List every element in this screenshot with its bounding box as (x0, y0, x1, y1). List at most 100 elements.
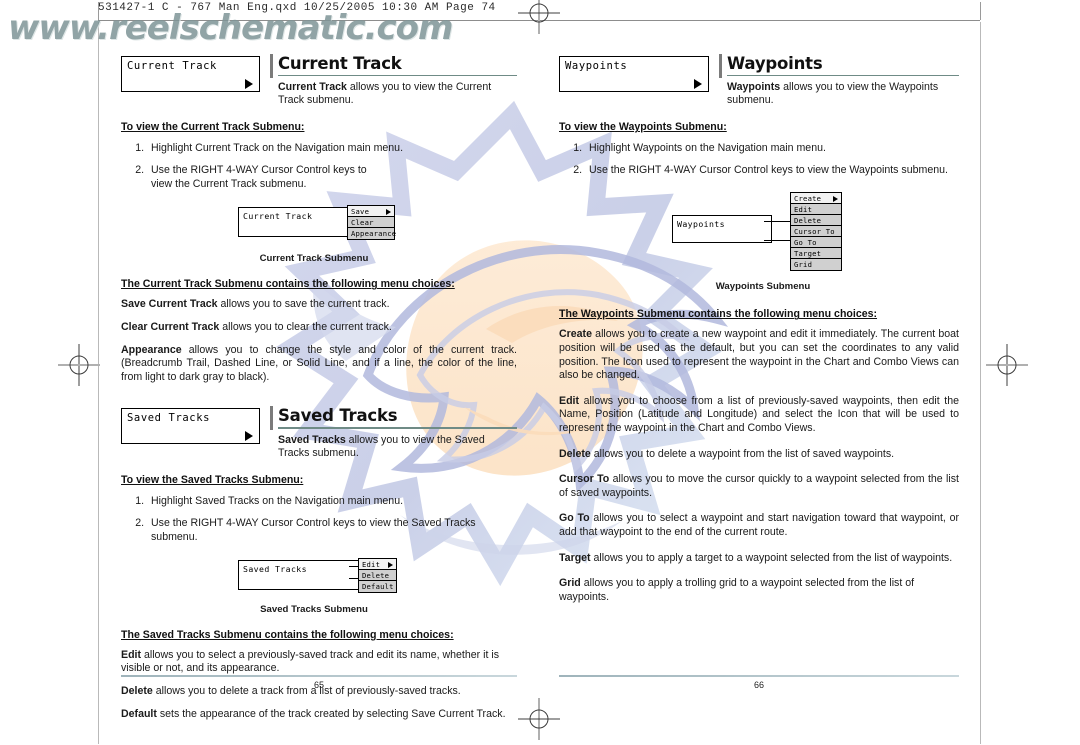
subhead-waypoints-choices: The Waypoints Submenu contains the follo… (559, 308, 878, 321)
page-title-saved-tracks: Saved Tracks (278, 406, 398, 426)
trim-rule-right (980, 22, 981, 722)
figure-saved-tracks-submenu: Saved Tracks Edit Delete Default Saved T… (121, 554, 517, 615)
definition-text: allows you to apply a target to a waypoi… (590, 551, 953, 564)
heading-rule (278, 427, 517, 429)
definition-term: Target (559, 551, 591, 564)
list-item: Grid (791, 259, 841, 271)
definition-text: sets the appearance of the track created… (156, 707, 506, 720)
section-saved-tracks: Saved Tracks Saved Tracks Saved Tracks a… (121, 406, 517, 721)
left-page: Current Track Current Track Current Trac… (121, 54, 517, 720)
figure-submenu-list: Create Edit Delete Cursor To Go To Targe… (790, 192, 842, 272)
menu-chip-waypoints[interactable]: Waypoints (559, 56, 709, 92)
figure-artwork: Saved Tracks Edit Delete Default (121, 554, 517, 598)
definition-term: Edit (559, 394, 580, 407)
subhead-view-saved-tracks-submenu: To view the Saved Tracks Submenu: (121, 473, 304, 486)
chevron-right-icon (388, 561, 393, 568)
definition-term: Default (121, 707, 157, 720)
list-item: Target (791, 248, 841, 260)
right-page-footer: 66 (559, 675, 959, 690)
menu-chip-label: Current Track (127, 60, 217, 72)
section-heading-saved-tracks: Saved Tracks Saved Tracks Saved Tracks a… (121, 406, 517, 459)
definition-term: Save Current Track (121, 298, 218, 311)
definition-term: Cursor To (559, 473, 610, 486)
definition-target: Target allows you to apply a target to a… (559, 552, 959, 566)
list-item: Use the RIGHT 4-WAY Cursor Control keys … (147, 163, 386, 191)
figure-submenu-list: Edit Delete Default (358, 557, 397, 593)
subhead-view-current-track-submenu: To view the Current Track Submenu: (121, 121, 305, 134)
menu-chip-label: Waypoints (565, 60, 628, 72)
list-item: Default (359, 580, 396, 592)
subhead-current-track-choices: The Current Track Submenu contains the f… (121, 278, 455, 291)
page-title-waypoints: Waypoints (727, 54, 823, 73)
figure-menu-box-label: Saved Tracks (243, 563, 307, 574)
figure-artwork: Current Track Save Clear Appearance (121, 201, 517, 247)
description-term: Current Track (278, 81, 347, 94)
figure-menu-box: Saved Tracks (238, 559, 360, 590)
definition-clear-current-track: Clear Current Track allows you to clear … (121, 321, 517, 335)
heading-accent-bar (270, 54, 273, 78)
steps-current-track: Highlight Current Track on the Navigatio… (121, 141, 517, 191)
definition-text: allows you to select a waypoint and star… (559, 512, 959, 538)
definition-grid: Grid allows you to apply a trolling grid… (559, 577, 959, 604)
heading-rule (278, 75, 517, 77)
steps-waypoints: Highlight Waypoints on the Navigation ma… (559, 141, 959, 177)
page-number: 66 (753, 680, 764, 690)
figure-artwork: Waypoints Create Edit Delete Cursor To G… (559, 189, 959, 273)
list-item: Cursor To (791, 226, 841, 238)
menu-chip-current-track[interactable]: Current Track (121, 56, 260, 92)
definition-create: Create allows you to create a new waypoi… (559, 328, 959, 382)
figure-menu-box-label: Waypoints (677, 219, 725, 230)
definition-term: Grid (559, 577, 581, 590)
definition-term: Appearance (121, 343, 182, 356)
site-watermark: www.reelschematic.com (8, 8, 453, 48)
definition-text: allows you to save the current track. (217, 298, 390, 311)
right-page: Waypoints Waypoints Waypoints allows you… (559, 54, 959, 690)
definition-term: Clear Current Track (121, 320, 220, 333)
figure-caption: Current Track Submenu (259, 253, 369, 265)
section-heading-current-track: Current Track Current Track Current Trac… (121, 54, 517, 107)
definition-save-current-track: Save Current Track allows you to save th… (121, 298, 517, 312)
heading-accent-bar (719, 54, 722, 78)
header-right-tick (980, 2, 981, 20)
chevron-right-icon (386, 209, 391, 216)
figure-menu-box: Waypoints (672, 215, 772, 244)
left-page-footer: 65 (121, 675, 517, 690)
chevron-right-icon (245, 79, 253, 89)
list-item: Delete (791, 215, 841, 227)
definition-edit: Edit allows you to choose from a list of… (559, 395, 959, 436)
subhead-saved-tracks-choices: The Saved Tracks Submenu contains the fo… (121, 628, 454, 641)
section-description: Current Track allows you to view the Cur… (278, 81, 517, 107)
figure-menu-box-label: Current Track (243, 211, 313, 222)
figure-caption: Waypoints Submenu (715, 281, 811, 293)
definition-cursor-to: Cursor To allows you to move the cursor … (559, 473, 959, 500)
figure-current-track-submenu: Current Track Save Clear Appearance Curr… (121, 201, 517, 264)
menu-chip-saved-tracks[interactable]: Saved Tracks (121, 408, 260, 445)
menu-chip-label: Saved Tracks (127, 412, 211, 425)
heading-accent-bar (270, 406, 273, 431)
steps-saved-tracks: Highlight Saved Tracks on the Navigation… (121, 494, 517, 544)
description-term: Waypoints (727, 81, 781, 94)
registration-mark-bottom (502, 690, 576, 745)
definition-term: Create (559, 328, 592, 341)
list-item: Use the RIGHT 4-WAY Cursor Control keys … (147, 516, 517, 544)
list-item: Highlight Saved Tracks on the Navigation… (147, 494, 517, 508)
definition-text: allows you to apply a trolling grid to a… (559, 577, 915, 603)
figure-submenu-list: Save Clear Appearance (347, 205, 396, 241)
definition-appearance: Appearance allows you to change the styl… (121, 344, 517, 385)
figure-waypoints-submenu: Waypoints Create Edit Delete Cursor To G… (559, 189, 959, 292)
list-item: Clear (348, 217, 394, 229)
list-item: Highlight Waypoints on the Navigation ma… (585, 141, 959, 155)
bottom-tick-left (98, 700, 99, 744)
definition-text: allows you to move the cursor quickly to… (559, 473, 959, 499)
list-item: Edit (791, 204, 841, 216)
section-current-track: Current Track Current Track Current Trac… (121, 54, 517, 384)
definition-default: Default sets the appearance of the track… (121, 708, 517, 722)
section-waypoints: Waypoints Waypoints Waypoints allows you… (559, 54, 959, 604)
registration-mark-left (46, 332, 112, 398)
chevron-right-icon (245, 431, 253, 442)
definition-term: Delete (559, 447, 591, 460)
definition-text: allows you to create a new waypoint and … (559, 328, 959, 382)
definition-delete: Delete allows you to delete a waypoint f… (559, 448, 959, 462)
subhead-view-waypoints-submenu: To view the Waypoints Submenu: (559, 121, 727, 134)
bottom-tick-right (980, 700, 981, 744)
